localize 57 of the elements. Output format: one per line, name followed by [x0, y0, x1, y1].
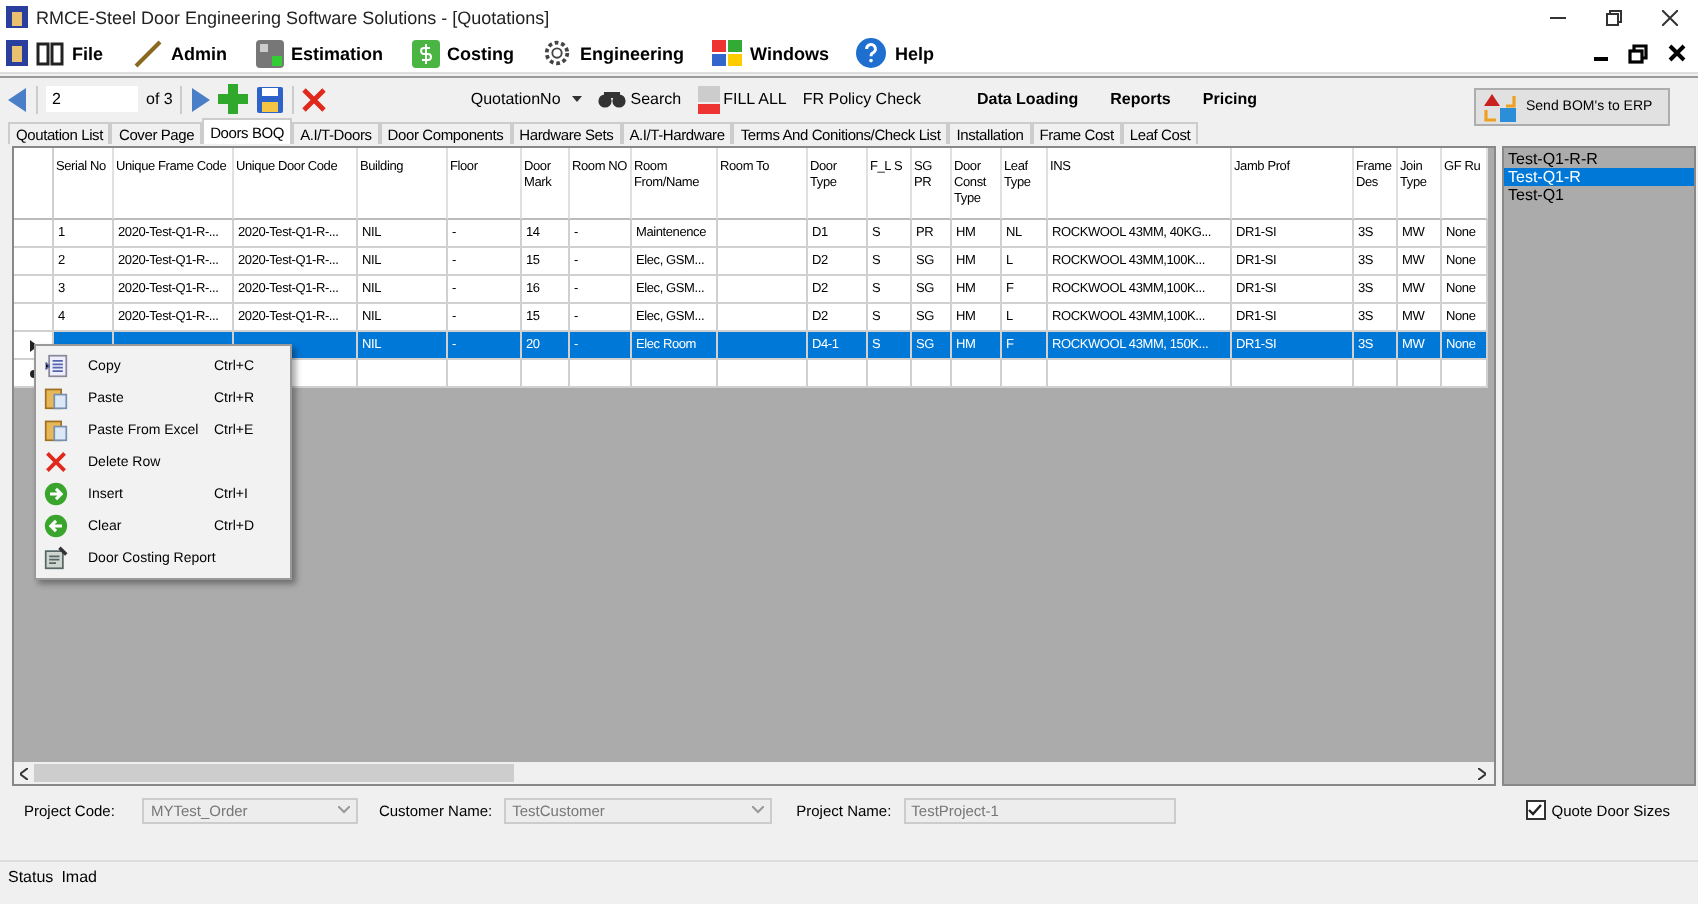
pencil-icon [131, 39, 164, 67]
clipboard-icon [44, 418, 68, 442]
corner-header [14, 148, 54, 220]
restore-icon[interactable] [1606, 9, 1622, 25]
search-field-dropdown[interactable]: QuotationNo [466, 90, 587, 108]
toolbar-menu[interactable]: Reports [1106, 90, 1175, 108]
save-icon[interactable] [256, 85, 285, 113]
previous-icon[interactable] [8, 87, 28, 111]
app-icon [6, 6, 28, 28]
status-label: Status [8, 867, 54, 885]
close-icon [44, 450, 68, 474]
window-title: RMCE-Steel Door Engineering Software Solutions - [Quotations] [36, 7, 552, 27]
menu-item[interactable]: File [6, 40, 104, 66]
search-button[interactable]: Search [594, 90, 686, 108]
windows-logo-icon [712, 39, 743, 67]
menu-item[interactable]: Estimation [255, 39, 384, 67]
revision-item[interactable]: Test-Q1-R [1504, 168, 1694, 186]
toolbar-menu[interactable]: Data Loading [972, 90, 1083, 108]
clipboard-icon [44, 386, 68, 410]
add-icon[interactable] [218, 84, 249, 114]
fill-all-icon [697, 85, 720, 113]
horizontal-scrollbar[interactable] [14, 762, 1494, 784]
menu-item[interactable]: Costing [411, 39, 515, 67]
copy-icon [44, 354, 68, 378]
close-icon[interactable] [1662, 9, 1678, 25]
app-icon [6, 40, 28, 66]
restore-icon[interactable] [1628, 43, 1648, 63]
calculator-icon [255, 39, 284, 67]
binoculars-icon [598, 90, 627, 108]
menu-item[interactable]: Help [856, 38, 934, 68]
caret-icon [338, 806, 351, 814]
gear-icon [542, 38, 573, 68]
next-icon[interactable] [190, 87, 211, 111]
revision-item[interactable]: Test-Q1 [1504, 186, 1694, 204]
close-icon[interactable] [1668, 44, 1686, 62]
sync-icon [1484, 93, 1516, 121]
menu-item[interactable]: Engineering [542, 38, 685, 68]
report-icon [44, 546, 68, 570]
scroll-right-icon[interactable] [1478, 767, 1486, 779]
check-icon [1528, 804, 1543, 816]
fr-policy-check-button[interactable]: FR Policy Check [798, 90, 925, 108]
caret-icon [572, 96, 583, 102]
left-arrow-icon [44, 514, 68, 538]
menu-item[interactable]: Windows [712, 39, 829, 67]
checkbox[interactable] [1525, 800, 1546, 820]
dollar-icon [411, 39, 440, 67]
fill-all-button[interactable]: FILL ALL [693, 85, 791, 113]
record-count: of 3 [146, 90, 173, 108]
record-field[interactable]: 2 [46, 86, 138, 112]
revision-item[interactable]: Test-Q1-R-R [1504, 150, 1694, 168]
right-arrow-icon [44, 482, 68, 506]
menu-item[interactable]: Admin [131, 39, 228, 67]
book-icon [36, 40, 64, 66]
status-user: Imad [61, 867, 97, 885]
caret-icon [752, 806, 765, 814]
toolbar-menu[interactable]: Pricing [1198, 90, 1262, 108]
scroll-left-icon[interactable] [20, 767, 28, 779]
